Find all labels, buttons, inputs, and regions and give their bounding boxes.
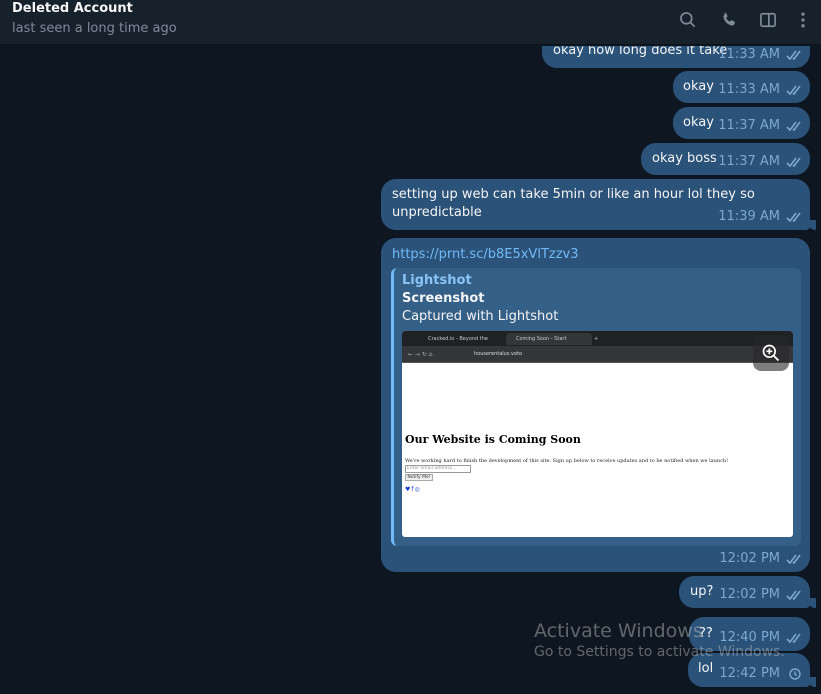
message-text: okay [683,115,714,130]
new-tab-icon: + [594,336,599,342]
browser-tabbar: Cracked.io - Beyond the Limits Coming So… [402,331,793,354]
message-time: 12:40 PM [719,630,780,645]
browser-addressbar: ← → ↻ ⌂ houserentalus.voto [402,346,793,363]
message-link[interactable]: https://prnt.sc/b8E5xVlTzzv3 [392,246,579,264]
message-text: ?? [699,626,713,641]
message-bubble[interactable]: lol 12:42 PM [688,653,816,687]
bubble-tail [806,598,816,608]
double-check-icon [786,633,801,644]
site-email-input: Enter email address... [405,465,471,473]
browser-nav-icons: ← → ↻ ⌂ [408,351,433,358]
message-meta: 12:02 PM [719,586,804,604]
clock-pending-icon [789,668,801,680]
chat-header: Deleted Account last seen a long time ag… [0,0,821,45]
contact-name[interactable]: Deleted Account [12,1,133,16]
browser-url: houserentalus.voto [474,351,523,357]
message-time: 11:33 AM [718,47,780,62]
site-heading: Our Website is Coming Soon [405,433,581,446]
message-meta: 12:42 PM [719,665,804,683]
preview-image[interactable]: Cracked.io - Beyond the Limits Coming So… [402,331,793,537]
double-check-icon [786,85,801,96]
message-time: 11:37 AM [718,154,780,169]
message-time: 11:37 AM [718,118,780,133]
site-social-icons: ♥f◎ [405,486,421,493]
message-meta: 12:02 PM [719,550,804,568]
message-meta: 11:33 AM [718,81,804,99]
phone-icon[interactable] [717,8,741,32]
browser-tab: Cracked.io - Beyond the Limits [428,336,489,354]
message-meta: 12:40 PM [719,629,804,647]
preview-description: Captured with Lightshot [402,309,559,324]
link-message-bubble[interactable]: https://prnt.sc/b8E5xVlTzzv3 Lightshot S… [381,238,810,572]
message-text: okay [683,79,714,94]
message-bubble[interactable]: okay how long does it take 11:33 AM [542,46,810,68]
zoom-in-icon [762,344,780,362]
bubble-tail [806,220,816,230]
double-check-icon [786,212,801,223]
message-meta: 11:33 AM [718,46,804,64]
zoom-in-button[interactable] [753,335,789,371]
browser-tab-active: Coming Soon - Start Bootstrap [506,333,592,354]
message-text: okay how long does it take [553,46,728,58]
message-meta: 11:39 AM [718,208,804,226]
bubble-tail [806,677,816,687]
message-meta: 11:37 AM [718,153,804,171]
preview-site-name: Lightshot [402,273,472,288]
message-text: lol [698,661,714,676]
message-meta: 11:37 AM [718,117,804,135]
contact-status: last seen a long time ago [12,21,177,36]
message-bubble[interactable]: setting up web can take 5min or like an … [381,179,816,230]
site-notify-button: Notify Me! [405,474,433,481]
message-text: setting up web can take 5min or like an … [392,187,755,220]
message-bubble[interactable]: okay boss 11:37 AM [641,143,810,175]
message-time: 11:39 AM [718,209,780,224]
preview-title: Screenshot [402,291,485,306]
message-time: 12:42 PM [719,666,780,681]
search-icon[interactable] [676,8,700,32]
message-text: okay boss [652,151,717,166]
double-check-icon [786,50,801,61]
double-check-icon [786,121,801,132]
message-time: 12:02 PM [719,551,780,566]
message-bubble[interactable]: ?? 12:40 PM [689,617,810,651]
message-bubble[interactable]: up? 12:02 PM [679,576,816,608]
message-bubble[interactable]: okay 11:33 AM [673,71,810,103]
more-vertical-icon[interactable] [791,8,815,32]
message-bubble[interactable]: okay 11:37 AM [673,107,810,139]
double-check-icon [786,157,801,168]
link-preview[interactable]: Lightshot Screenshot Captured with Light… [391,268,801,546]
message-time: 11:33 AM [718,82,780,97]
sidebar-toggle-icon[interactable] [756,8,780,32]
message-list[interactable]: okay how long does it take 11:33 AM okay… [0,46,821,694]
double-check-icon [786,554,801,565]
message-text: up? [690,584,714,599]
message-time: 12:02 PM [719,587,780,602]
double-check-icon [786,590,801,601]
